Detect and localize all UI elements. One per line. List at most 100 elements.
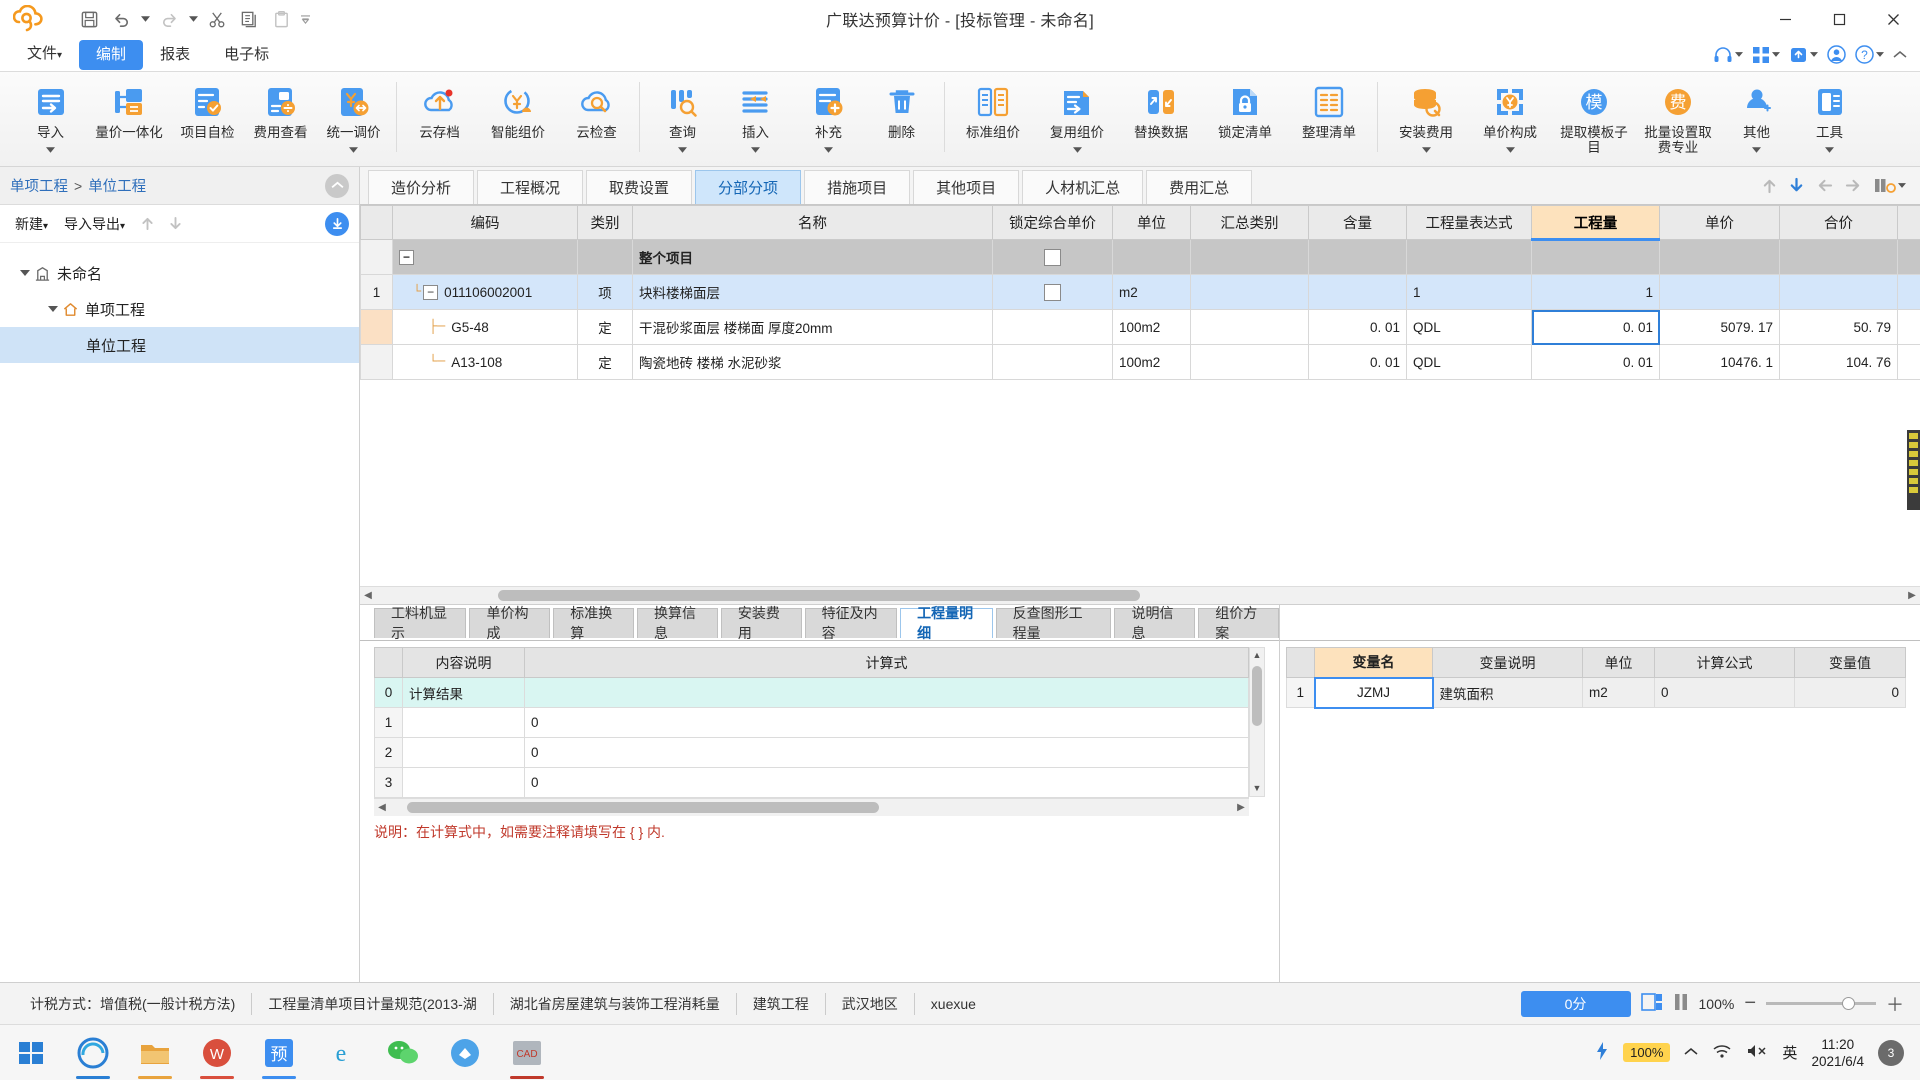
ribbon-button-install-fee[interactable]: 安装费用 [1384,78,1468,156]
user-account-icon[interactable] [1824,43,1849,66]
status-measurement-standard[interactable]: 工程量清单项目计量规范(2013-湖 [252,994,492,1014]
arrow-up-icon[interactable] [1762,177,1777,194]
cell-expression[interactable]: 1 [1406,274,1532,310]
col-header-formula[interactable]: 计算式 [524,647,1249,678]
detail-vertical-scrollbar[interactable]: ▲ ▼ [1249,647,1265,797]
detail-horizontal-scrollbar[interactable]: ◀ ▶ [374,798,1249,816]
col-header-variable-name[interactable]: 变量名 [1314,647,1433,678]
chevron-down-icon[interactable] [751,141,760,156]
tab-project-overview[interactable]: 工程概况 [477,170,584,204]
chevron-up-icon[interactable] [1684,1045,1698,1060]
help-icon[interactable]: ? [1852,43,1887,66]
cell-unit[interactable] [1112,239,1191,275]
cell-summary-category[interactable] [1190,309,1309,345]
volume-mute-icon[interactable] [1746,1043,1768,1062]
btab-quantity-detail[interactable]: 工程量明细 [900,605,993,641]
status-user[interactable]: xuexue [915,996,992,1012]
col-header-total-price[interactable]: 合价 [1779,205,1898,240]
ribbon-button-import[interactable]: 导入 [14,78,87,156]
cell-extra[interactable] [1897,239,1920,275]
scroll-track[interactable] [376,590,1904,601]
ribbon-button-insert[interactable]: 插入 [719,78,792,156]
cell-variable-value[interactable]: 0 [1794,677,1906,708]
scroll-left-icon[interactable]: ◀ [360,590,376,601]
ribbon-button-tools[interactable]: 工具 [1793,78,1866,156]
import-export-button[interactable]: 导入导出▾ [59,211,130,237]
zoom-out-button[interactable]: − [1744,992,1756,1015]
scroll-right-icon[interactable]: ▶ [1233,802,1249,813]
taskbar-app-file-explorer-icon[interactable] [124,1025,186,1080]
score-badge[interactable]: 0分 [1520,990,1631,1017]
col-header-code[interactable]: 编码 [392,205,578,240]
col-header-unit-price[interactable]: 单价 [1659,205,1780,240]
cell-lock-price[interactable] [992,309,1113,345]
chevron-down-icon[interactable] [678,141,687,156]
table-row[interactable]: └─ A13-108 定 陶瓷地砖 楼梯 水泥砂浆 100m2 0. 01 QD… [360,344,1920,380]
cell-expression[interactable] [1406,239,1532,275]
cut-icon[interactable] [202,5,232,33]
cell-code[interactable]: └─ A13-108 [392,344,578,380]
btab-reverse-graphic-quantity[interactable]: 反查图形工程量 [995,605,1112,641]
scroll-thumb[interactable] [498,590,1140,601]
chevron-down-icon[interactable] [1505,141,1515,156]
taskbar-app-wechat-icon[interactable] [372,1025,434,1080]
taskbar-app-cad-icon[interactable]: CAD [496,1025,558,1080]
tab-fee-summary[interactable]: 费用汇总 [1146,170,1253,204]
battery-indicator[interactable]: 100% [1623,1043,1671,1062]
cell-formula[interactable]: 0 [524,737,1249,768]
quick-access-more-icon[interactable] [298,5,312,33]
ribbon-button-other[interactable]: 其他 [1720,78,1793,156]
cell-total-price[interactable]: 50. 79 [1779,309,1898,345]
ribbon-button-replace-data[interactable]: 替换数据 [1119,78,1203,140]
status-project-type[interactable]: 建筑工程 [737,994,825,1014]
cell-content[interactable] [1308,239,1407,275]
columns-settings-icon[interactable] [1874,177,1906,194]
cell-name[interactable]: 陶瓷地砖 楼梯 水泥砂浆 [632,344,993,380]
breadcrumb-root[interactable]: 单项工程 [10,175,68,196]
ribbon-button-cloud-check[interactable]: 云检查 [560,78,633,140]
ribbon-button-query[interactable]: 查询 [646,78,719,156]
col-header-quantity[interactable]: 工程量 [1531,205,1660,241]
col-header-variable-formula[interactable]: 计算公式 [1654,647,1795,678]
cell-quantity[interactable] [1531,239,1660,275]
col-header-variable-desc[interactable]: 变量说明 [1432,647,1583,678]
cell-summary-category[interactable] [1190,239,1309,275]
cell-lock-price[interactable] [992,239,1113,275]
cell-variable-name[interactable]: JZMJ [1313,676,1434,709]
lock-price-checkbox[interactable] [1044,248,1061,266]
cell-content[interactable]: 0. 01 [1308,344,1407,380]
scroll-thumb[interactable] [1252,666,1262,726]
table-row[interactable]: 1 └ − 011106002001 项 块料楼梯面层 m2 1 1 [360,274,1920,310]
grid-horizontal-scrollbar[interactable]: ◀ ▶ [360,586,1920,604]
cell-name[interactable]: 块料楼梯面层 [632,274,993,310]
btab-standard-conversion[interactable]: 标准换算 [553,605,635,641]
ribbon-button-unit-price-composition[interactable]: 单价构成 [1468,78,1552,156]
tree-expander-icon[interactable] [16,269,34,277]
zoom-slider[interactable] [1766,997,1876,1010]
cell-extra[interactable] [1897,344,1920,380]
cell-total-price[interactable] [1779,239,1898,275]
menu-item-report[interactable]: 报表 [143,40,207,70]
col-header-name[interactable]: 名称 [632,205,993,240]
cell-name[interactable]: 整个项目 [632,239,993,275]
col-header-lock-price[interactable]: 锁定综合单价 [992,205,1113,240]
btab-features-content[interactable]: 特征及内容 [804,605,898,641]
col-header-variable-unit[interactable]: 单位 [1582,647,1655,678]
btab-install-fee[interactable]: 安装费用 [720,605,802,641]
col-header-extra[interactable] [1897,205,1920,240]
arrow-left-icon[interactable] [1816,178,1833,193]
headset-icon[interactable] [1710,44,1746,66]
cell-expression[interactable]: QDL [1406,344,1532,380]
cell-variable-desc[interactable]: 建筑面积 [1432,677,1583,708]
btab-material-machine[interactable]: 工料机显示 [374,605,467,641]
btab-conversion-info[interactable]: 换算信息 [637,605,718,641]
cell-unit[interactable]: 100m2 [1112,344,1191,380]
arrow-down-blue-icon[interactable] [1789,177,1804,194]
cell-unit[interactable]: 100m2 [1112,309,1191,345]
cell-total-price[interactable]: 104. 76 [1779,344,1898,380]
table-row[interactable]: 1 JZMJ 建筑面积 m2 0 0 [1286,676,1906,709]
ribbon-button-reuse-pricing[interactable]: 复用组价 [1035,78,1119,156]
col-header-quantity-expression[interactable]: 工程量表达式 [1406,205,1532,240]
grid-apps-icon[interactable] [1749,44,1783,66]
cell-content-desc[interactable] [402,767,525,798]
